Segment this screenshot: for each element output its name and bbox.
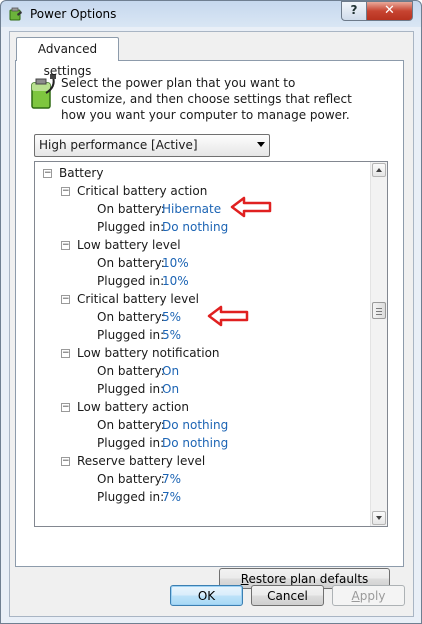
collapse-icon[interactable]: − <box>61 457 70 466</box>
setting-label: On battery: <box>97 310 165 324</box>
apply-button-label: pply <box>359 589 386 603</box>
group-label: Low battery notification <box>77 346 220 360</box>
setting-label: Plugged in: <box>97 490 165 504</box>
grip-line <box>376 314 382 315</box>
setting-value[interactable]: 7% <box>162 470 181 488</box>
collapse-icon[interactable]: − <box>61 187 70 196</box>
setting-value[interactable]: 10% <box>162 254 189 272</box>
setting-label: On battery: <box>97 364 165 378</box>
setting-label: On battery: <box>97 418 165 432</box>
cancel-button[interactable]: Cancel <box>251 585 324 606</box>
setting-value[interactable]: On <box>162 362 179 380</box>
accelerator-key: A <box>351 589 360 603</box>
title-bar[interactable]: Power Options ? ✕ <box>1 1 421 27</box>
arrow-down-icon <box>376 516 382 520</box>
setting-value[interactable]: 5% <box>162 308 181 326</box>
window-title: Power Options <box>30 7 117 21</box>
setting-value[interactable]: Do nothing <box>162 434 228 452</box>
setting-label: Plugged in: <box>97 382 165 396</box>
power-plan-selected-value: High performance [Active] <box>39 138 198 152</box>
close-button[interactable]: ✕ <box>366 1 413 21</box>
vertical-scrollbar[interactable] <box>370 162 387 526</box>
setting-label: Plugged in: <box>97 328 165 342</box>
setting-label: Plugged in: <box>97 436 165 450</box>
description-text: Select the power plan that you want to c… <box>61 76 352 122</box>
scroll-down-button[interactable] <box>372 511 386 525</box>
power-plan-dropdown[interactable]: High performance [Active] <box>34 134 270 157</box>
group-label: Critical battery action <box>77 184 208 198</box>
grip-line <box>376 311 382 312</box>
setting-label: Plugged in: <box>97 220 165 234</box>
apply-button[interactable]: Apply <box>332 585 405 606</box>
help-button[interactable]: ? <box>341 1 367 21</box>
setting-label: Plugged in: <box>97 274 165 288</box>
setting-value[interactable]: 5% <box>162 326 181 344</box>
setting-value[interactable]: Hibernate <box>162 200 221 218</box>
group-label: Reserve battery level <box>77 454 206 468</box>
scroll-thumb[interactable] <box>372 302 386 319</box>
group-label: Critical battery level <box>77 292 199 306</box>
setting-label: On battery: <box>97 256 165 270</box>
collapse-icon[interactable]: − <box>43 169 52 178</box>
collapse-icon[interactable]: − <box>61 349 70 358</box>
accelerator-key: R <box>240 572 249 586</box>
group-label: Low battery level <box>77 238 181 252</box>
settings-tree[interactable]: − Battery − Critical battery action On bat… <box>34 161 388 527</box>
setting-value[interactable]: 7% <box>162 488 181 506</box>
dialog-client: Advanced settings Select the power plan … <box>9 31 414 617</box>
setting-label: On battery: <box>97 472 165 486</box>
advanced-settings-panel: Select the power plan that you want to c… <box>15 60 404 589</box>
group-label: Low battery action <box>77 400 189 414</box>
ok-button[interactable]: OK <box>170 585 243 606</box>
red-arrow-icon <box>207 305 249 327</box>
power-options-icon <box>9 7 22 21</box>
chevron-down-icon[interactable] <box>257 142 265 147</box>
scroll-up-button[interactable] <box>372 163 386 177</box>
red-arrow-icon <box>230 196 272 218</box>
grip-line <box>376 308 382 309</box>
collapse-icon[interactable]: − <box>61 241 70 250</box>
power-options-window: Power Options ? ✕ Advanced settings Sele… <box>0 0 422 624</box>
tab-advanced-settings[interactable]: Advanced settings <box>16 37 119 78</box>
collapse-icon[interactable]: − <box>61 295 70 304</box>
setting-value[interactable]: Do nothing <box>162 416 228 434</box>
arrow-up-icon <box>376 168 382 172</box>
setting-label: On battery: <box>97 202 165 216</box>
setting-value[interactable]: On <box>162 380 179 398</box>
setting-value[interactable]: Do nothing <box>162 218 228 236</box>
setting-value[interactable]: 10% <box>162 272 189 290</box>
tree-node-label: Battery <box>59 166 104 180</box>
collapse-icon[interactable]: − <box>61 403 70 412</box>
restore-button-label: estore plan defaults <box>248 572 369 586</box>
